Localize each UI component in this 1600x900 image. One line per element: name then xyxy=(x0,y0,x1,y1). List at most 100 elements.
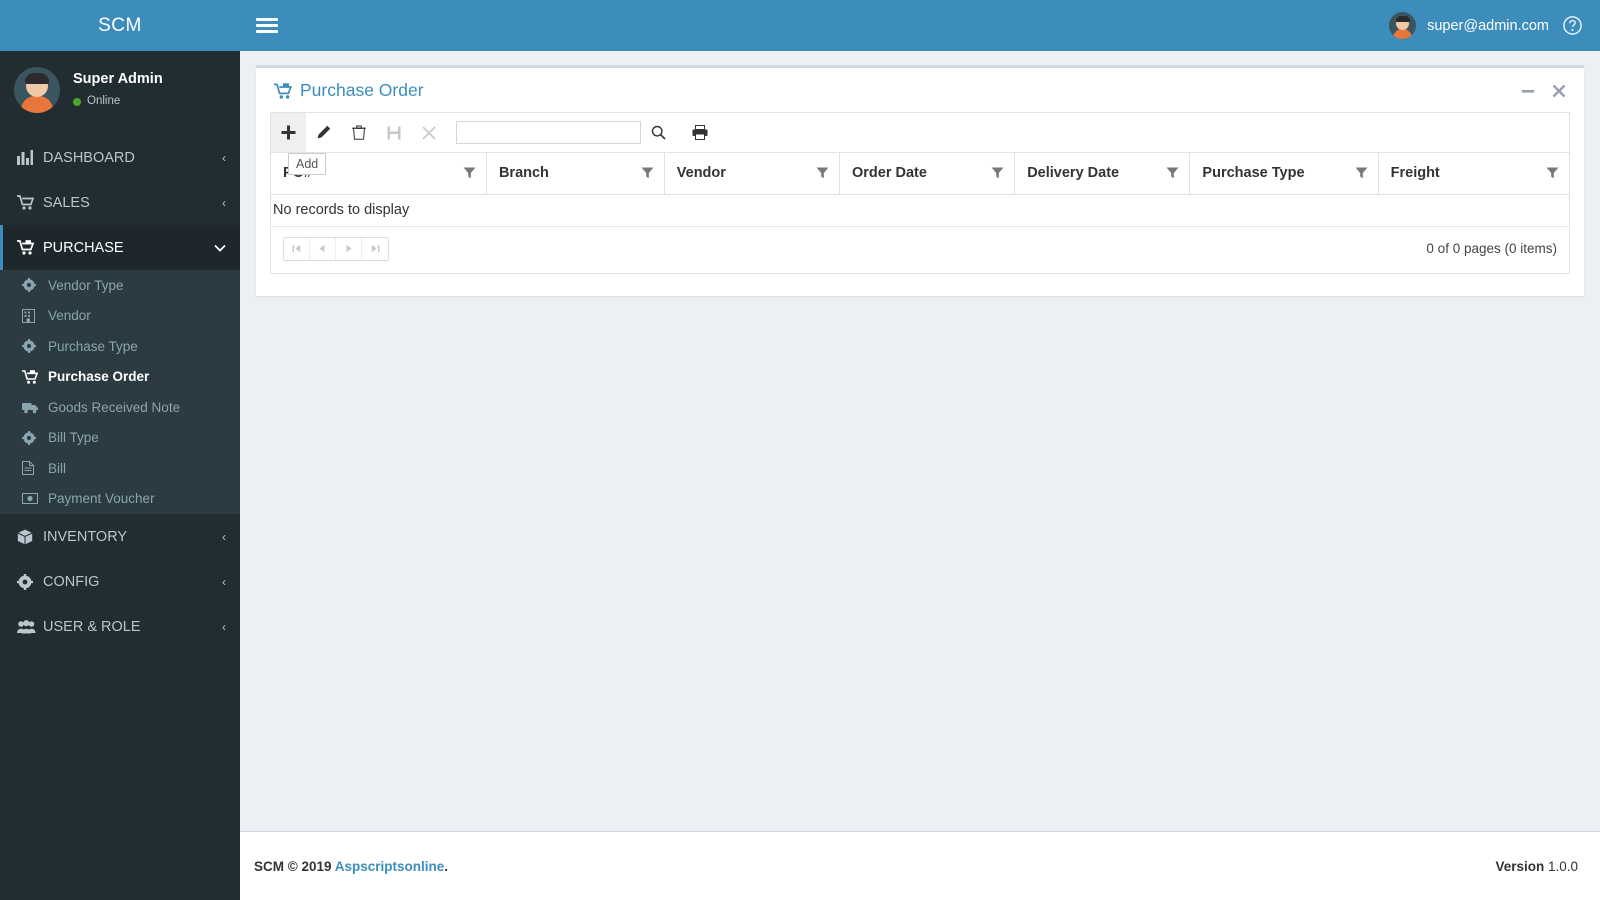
sidebar-subitem-label: Bill Type xyxy=(48,430,99,446)
column-label: Delivery Date xyxy=(1027,165,1120,182)
application-root: SCM Super Admin Online DASHBOARD ‹ SALES… xyxy=(0,0,1600,900)
data-grid: Add PO# xyxy=(270,112,1570,274)
sidebar-subitem-label: Vendor Type xyxy=(48,277,124,293)
online-status-dot xyxy=(73,97,81,106)
page-title: Purchase Order xyxy=(274,80,424,101)
delete-button[interactable] xyxy=(341,113,376,152)
filter-icon[interactable] xyxy=(463,167,476,179)
version-number: 1.0.0 xyxy=(1544,858,1578,874)
search-icon[interactable] xyxy=(651,125,666,140)
pagination-controls xyxy=(283,236,389,261)
bar-chart-icon xyxy=(17,150,43,165)
sidebar-item-vendor[interactable]: Vendor xyxy=(0,301,240,332)
sidebar-item-bill[interactable]: Bill xyxy=(0,453,240,484)
sidebar-subitem-label: Vendor xyxy=(48,308,91,324)
column-header-branch[interactable]: Branch xyxy=(486,153,665,195)
sidebar-logo[interactable]: SCM xyxy=(0,0,240,51)
minimize-icon[interactable] xyxy=(1521,84,1535,98)
panel-tools xyxy=(1521,84,1570,98)
sidebar-item-user-role[interactable]: USER & ROLE ‹ xyxy=(0,604,240,649)
column-label: Order Date xyxy=(851,165,927,182)
grid-search xyxy=(456,121,666,144)
add-button[interactable] xyxy=(271,113,306,152)
user-email: super@admin.com xyxy=(1427,17,1549,34)
footer-copyright-suffix: . xyxy=(444,858,449,874)
cart-flag-icon xyxy=(17,240,43,255)
column-label: Freight xyxy=(1390,165,1440,182)
sidebar-item-config[interactable]: CONFIG ‹ xyxy=(0,559,240,604)
print-button[interactable] xyxy=(692,125,708,140)
close-icon[interactable] xyxy=(1552,84,1566,98)
chevron-left-icon: ‹ xyxy=(222,619,226,634)
filter-icon[interactable] xyxy=(991,167,1004,179)
pagination-info: 0 of 0 pages (0 items) xyxy=(1426,241,1557,256)
purchase-submenu: Vendor Type Vendor Purchase Type Purchas… xyxy=(0,270,240,514)
sidebar-item-inventory[interactable]: INVENTORY ‹ xyxy=(0,514,240,559)
column-label: Purchase Type xyxy=(1202,165,1305,182)
chevron-left-icon: ‹ xyxy=(222,150,226,165)
help-icon[interactable] xyxy=(1563,16,1582,35)
search-input[interactable] xyxy=(456,121,641,144)
last-page-button[interactable] xyxy=(362,237,388,260)
next-page-button[interactable] xyxy=(336,237,362,260)
sidebar-item-label: CONFIG xyxy=(43,573,100,590)
chevron-left-icon: ‹ xyxy=(222,574,226,589)
sidebar-item-goods-received-note[interactable]: Goods Received Note xyxy=(0,392,240,423)
chevron-left-icon: ‹ xyxy=(222,529,226,544)
column-header-vendor[interactable]: Vendor xyxy=(664,153,840,195)
avatar xyxy=(1389,12,1417,39)
footer-link[interactable]: Aspscriptsonline xyxy=(335,859,445,874)
sidebar: SCM Super Admin Online DASHBOARD ‹ SALES… xyxy=(0,0,240,900)
prev-page-button[interactable] xyxy=(310,237,336,260)
column-label: Vendor xyxy=(676,165,726,182)
document-icon xyxy=(22,461,48,476)
save-button xyxy=(376,113,411,152)
first-page-button[interactable] xyxy=(284,237,310,260)
filter-icon[interactable] xyxy=(641,167,654,179)
sidebar-item-purchase-type[interactable]: Purchase Type xyxy=(0,331,240,362)
user-menu[interactable]: super@admin.com xyxy=(1389,12,1549,39)
panel-body: Add PO# xyxy=(256,112,1584,296)
filter-icon[interactable] xyxy=(1355,167,1368,179)
gear-icon xyxy=(17,573,43,590)
profile-status-label: Online xyxy=(87,95,121,108)
grid-toolbar: Add xyxy=(271,113,1569,175)
gear-icon xyxy=(22,278,48,293)
filter-icon[interactable] xyxy=(816,167,829,179)
version-label: Version xyxy=(1495,858,1545,874)
money-icon xyxy=(22,493,48,505)
sidebar-subitem-label: Payment Voucher xyxy=(48,491,155,507)
column-header-freight[interactable]: Freight xyxy=(1378,153,1569,195)
sidebar-item-bill-type[interactable]: Bill Type xyxy=(0,423,240,454)
profile-status: Online xyxy=(73,94,163,110)
add-button-tooltip: Add xyxy=(288,153,327,175)
sidebar-item-vendor-type[interactable]: Vendor Type xyxy=(0,270,240,301)
main-content: Purchase Order Add Branch Vendor Order D… xyxy=(240,51,1600,831)
column-header-order-date[interactable]: Order Date xyxy=(839,153,1016,195)
logo-text: SCM xyxy=(98,14,142,36)
sidebar-item-label: SALES xyxy=(43,194,90,211)
filter-icon[interactable] xyxy=(1166,167,1179,179)
sidebar-item-purchase[interactable]: PURCHASE xyxy=(0,225,240,270)
edit-button[interactable] xyxy=(306,113,341,152)
sidebar-item-payment-voucher[interactable]: Payment Voucher xyxy=(0,484,240,515)
sidebar-item-label: INVENTORY xyxy=(43,528,128,545)
sidebar-subitem-label: Purchase Type xyxy=(48,338,138,354)
topbar-right: super@admin.com xyxy=(1389,12,1582,39)
chevron-down-icon xyxy=(214,244,226,252)
sidebar-subitem-label: Goods Received Note xyxy=(48,399,181,415)
column-header-delivery-date[interactable]: Delivery Date xyxy=(1014,153,1191,195)
sidebar-item-dashboard[interactable]: DASHBOARD ‹ xyxy=(0,135,240,180)
sidebar-toggle-icon[interactable] xyxy=(256,15,278,36)
sidebar-item-purchase-order[interactable]: Purchase Order xyxy=(0,362,240,393)
sidebar-item-sales[interactable]: SALES ‹ xyxy=(0,180,240,225)
cart-icon xyxy=(17,195,43,210)
column-header-purchase-type[interactable]: Purchase Type xyxy=(1189,153,1379,195)
panel-title-label: Purchase Order xyxy=(300,80,424,100)
grid-pager: 0 of 0 pages (0 items) xyxy=(271,227,1569,273)
sidebar-user-panel[interactable]: Super Admin Online xyxy=(0,51,240,129)
sidebar-nav: DASHBOARD ‹ SALES ‹ PURCHASE Vendor Type… xyxy=(0,135,240,649)
cancel-button xyxy=(411,113,446,152)
filter-icon[interactable] xyxy=(1546,167,1559,179)
chevron-left-icon: ‹ xyxy=(222,195,226,210)
